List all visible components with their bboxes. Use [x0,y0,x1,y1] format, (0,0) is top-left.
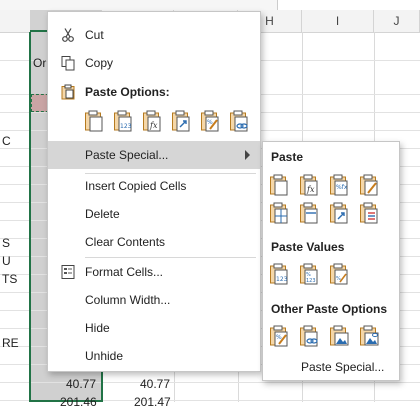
scissors-icon [62,28,74,42]
cell-fragment: C [2,134,11,148]
cell-fragment: RE [2,336,19,350]
paste-values-icons-row: 123 % 123 % [269,263,397,289]
paste-values-section-header: Paste Values [271,240,345,254]
paste-values-source-format-icon[interactable]: % [329,263,349,285]
column-header-j[interactable]: J [374,10,420,32]
menu-item-label: Clear Contents [85,235,166,249]
paste-values-icon[interactable]: 123 [269,263,289,285]
context-menu: Cut Copy Paste Options: 123 fx % Paste S… [47,11,261,372]
other-paste-options-header: Other Paste Options [271,302,388,316]
menu-item-label: Cut [85,28,104,42]
cell-value[interactable]: 201.47 [134,395,171,409]
menu-item-label: Delete [85,207,120,221]
paste-icon[interactable] [269,174,289,196]
paste-formulas-icon[interactable]: fx [299,174,319,196]
paste-icon[interactable] [84,110,104,132]
cell-fragment: U [2,254,11,268]
svg-text:123: 123 [276,276,288,283]
menu-item-paste-special[interactable]: Paste Special... [48,141,260,169]
menu-item-cut[interactable]: Cut [48,21,260,49]
paste-section-header: Paste [271,150,304,164]
paste-icons-grid: fx %fx [269,174,397,230]
paste-options-row: 123 fx % [84,110,264,136]
svg-text:fx: fx [149,121,158,130]
paste-no-borders-icon[interactable] [269,202,289,224]
menu-item-delete[interactable]: Delete [48,200,260,228]
column-header-i[interactable]: I [302,10,374,32]
menu-item-label: Format Cells... [85,265,164,279]
cell-fragment: Or [33,56,47,70]
paste-formatting-icon[interactable]: % [269,325,289,347]
svg-text:%fx: %fx [336,184,348,191]
menu-item-label: Insert Copied Cells [85,179,187,193]
clipboard-icon [61,84,75,100]
paste-keep-source-format-icon[interactable] [359,174,379,196]
menu-item-hide[interactable]: Hide [48,314,260,342]
paste-special-submenu: Paste fx %fx Paste Values 123 % 123 % Oth… [262,141,400,381]
paste-link-icon[interactable] [299,325,319,347]
cell-value[interactable]: 40.77 [140,377,170,391]
svg-text:fx: fx [306,185,315,194]
paste-formulas-icon[interactable]: fx [142,110,162,132]
chevron-right-icon [245,150,250,160]
other-paste-icons-row: % [269,325,397,351]
menu-item-clear-contents[interactable]: Clear Contents [48,228,260,256]
paste-options-header: Paste Options: [48,78,260,106]
paste-formulas-number-format-icon[interactable]: %fx [329,174,349,196]
menu-item-label: Column Width... [85,293,171,307]
paste-linked-picture-icon[interactable] [359,325,379,347]
paste-link-icon[interactable] [229,110,249,132]
paste-transpose-icon[interactable] [171,110,191,132]
menu-item-label: Unhide [85,349,124,363]
format-cells-icon [61,265,75,279]
menu-item-label: Paste Special... [85,148,169,162]
cell-value[interactable]: 40.77 [66,377,96,391]
menu-item-unhide[interactable]: Unhide [48,342,260,370]
paste-transpose-icon[interactable] [329,202,349,224]
menu-item-column-width[interactable]: Column Width... [48,286,260,314]
paste-merge-conditional-icon[interactable] [359,202,379,224]
formula-box[interactable] [277,0,420,10]
menu-item-label: Hide [85,321,110,335]
cell-value[interactable]: 201.46 [60,395,97,409]
paste-values-icon[interactable]: 123 [113,110,133,132]
cell-fragment: TS [2,272,18,286]
paste-special-link[interactable]: Paste Special... [301,360,384,374]
paste-formatting-icon[interactable]: % [200,110,220,132]
copy-icon [61,56,75,71]
paste-options-label: Paste Options: [85,85,170,99]
cell-fragment: S [2,236,11,250]
svg-text:123: 123 [120,123,132,130]
menu-item-format-cells[interactable]: Format Cells... [48,258,260,286]
svg-text:123: 123 [306,278,316,284]
paste-values-number-format-icon[interactable]: %123 [299,263,319,285]
paste-keep-column-widths-icon[interactable] [299,202,319,224]
menu-item-insert-copied-cells[interactable]: Insert Copied Cells [48,172,260,200]
menu-item-label: Copy [85,56,114,70]
paste-picture-icon[interactable] [329,325,349,347]
menu-item-copy[interactable]: Copy [48,49,260,77]
